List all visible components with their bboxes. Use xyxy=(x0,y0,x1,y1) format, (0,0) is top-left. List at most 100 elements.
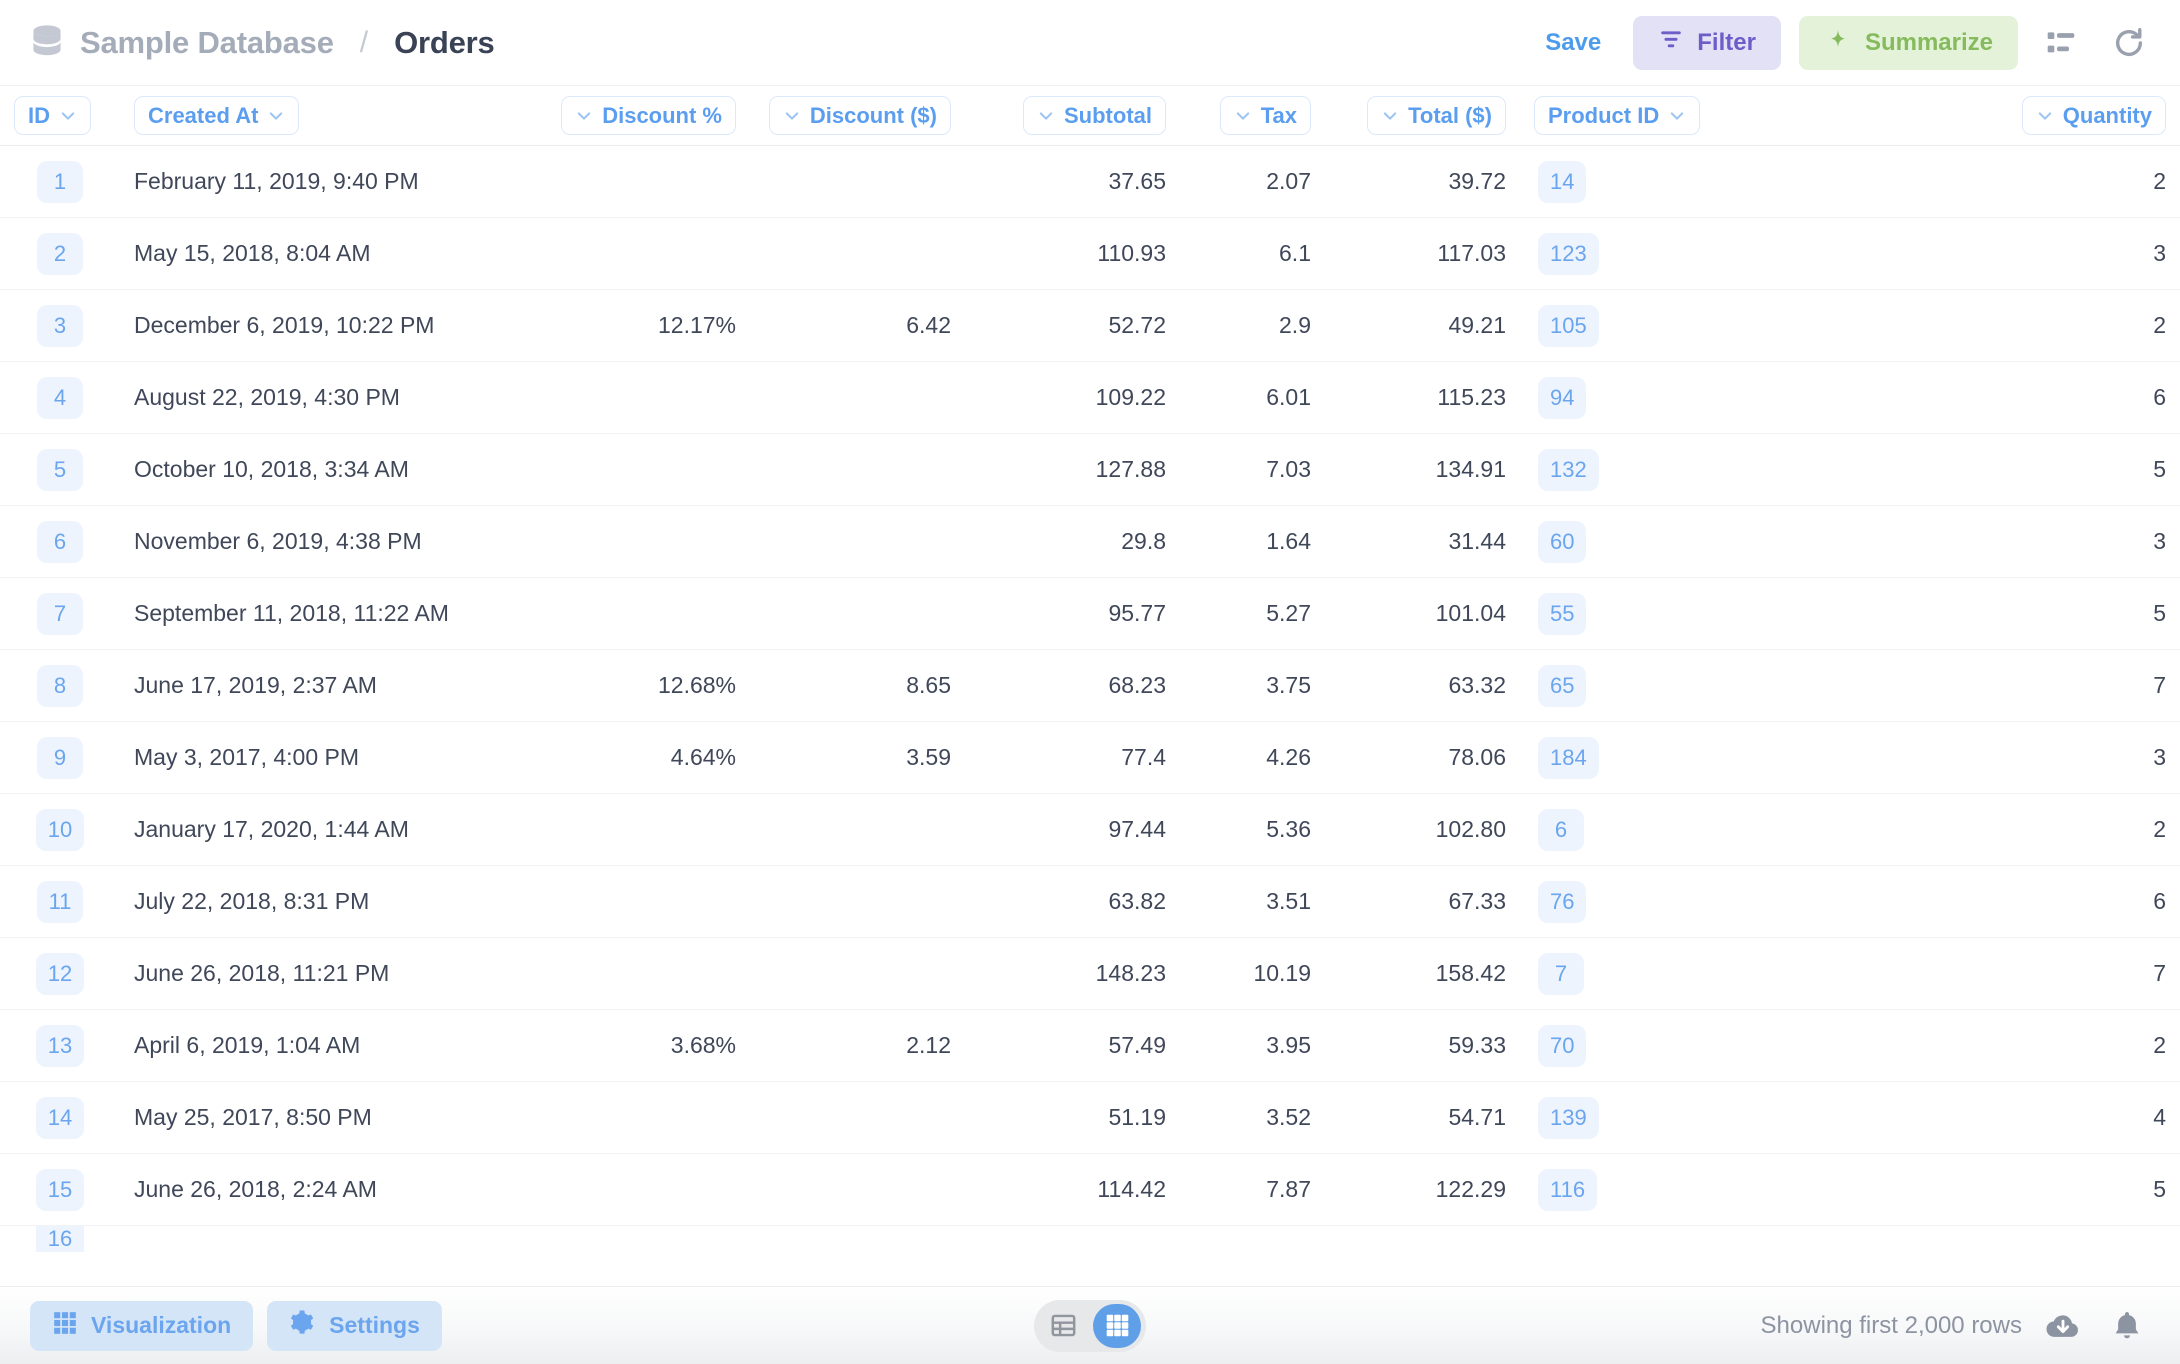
column-header-pill[interactable]: Total ($) xyxy=(1367,96,1506,136)
product-id-pill[interactable]: 70 xyxy=(1538,1025,1586,1067)
product-id-pill[interactable]: 132 xyxy=(1538,449,1599,491)
product-id-pill[interactable]: 14 xyxy=(1538,161,1586,203)
id-pill[interactable]: 5 xyxy=(37,449,83,491)
id-pill[interactable]: 13 xyxy=(36,1025,84,1067)
table-row[interactable]: 9May 3, 2017, 4:00 PM4.64%3.5977.44.2678… xyxy=(0,722,2180,794)
id-pill[interactable]: 16 xyxy=(36,1226,84,1252)
product-id-pill[interactable]: 6 xyxy=(1538,809,1584,851)
table-row[interactable]: 10January 17, 2020, 1:44 AM97.445.36102.… xyxy=(0,794,2180,866)
cell-product-id: 7 xyxy=(1520,953,1725,995)
table-row[interactable]: 7September 11, 2018, 11:22 AM95.775.2710… xyxy=(0,578,2180,650)
column-header-label: Discount ($) xyxy=(810,102,937,130)
column-header-tax[interactable]: Tax xyxy=(1180,96,1325,136)
product-id-pill[interactable]: 139 xyxy=(1538,1097,1599,1139)
table-row[interactable]: 6November 6, 2019, 4:38 PM29.81.6431.446… xyxy=(0,506,2180,578)
table-view-icon[interactable] xyxy=(1039,1304,1087,1348)
column-header-product-id[interactable]: Product ID xyxy=(1520,96,1725,136)
column-header-quantity[interactable]: Quantity xyxy=(1725,96,2180,136)
database-icon xyxy=(30,24,64,62)
column-header-total[interactable]: Total ($) xyxy=(1325,96,1520,136)
cell-created-at: May 3, 2017, 4:00 PM xyxy=(120,744,510,771)
column-header-pill[interactable]: Product ID xyxy=(1534,96,1700,136)
filter-button[interactable]: Filter xyxy=(1633,16,1781,70)
cell-product-id: 55 xyxy=(1520,593,1725,635)
bell-icon[interactable] xyxy=(2104,1303,2150,1349)
download-cloud-icon[interactable] xyxy=(2040,1303,2086,1349)
id-pill[interactable]: 6 xyxy=(37,521,83,563)
column-header-pill[interactable]: Discount % xyxy=(561,96,736,136)
column-header-pill[interactable]: ID xyxy=(14,96,91,136)
table-row[interactable]: 14May 25, 2017, 8:50 PM51.193.5254.71139… xyxy=(0,1082,2180,1154)
breadcrumb-database[interactable]: Sample Database xyxy=(80,25,334,61)
chevron-down-icon[interactable] xyxy=(59,107,77,125)
save-button[interactable]: Save xyxy=(1531,19,1615,67)
column-header-id[interactable]: ID xyxy=(0,96,120,136)
chevron-down-icon[interactable] xyxy=(1381,107,1399,125)
id-pill[interactable]: 14 xyxy=(36,1097,84,1139)
product-id-pill[interactable]: 7 xyxy=(1538,953,1584,995)
refresh-icon[interactable] xyxy=(2104,18,2154,68)
grid-view-icon[interactable] xyxy=(1093,1304,1141,1348)
table-row[interactable]: 2May 15, 2018, 8:04 AM110.936.1117.03123… xyxy=(0,218,2180,290)
product-id-pill[interactable]: 94 xyxy=(1538,377,1586,419)
cell-tax: 3.95 xyxy=(1180,1032,1325,1059)
table-row[interactable]: 15June 26, 2018, 2:24 AM114.427.87122.29… xyxy=(0,1154,2180,1226)
column-settings-icon[interactable] xyxy=(2036,18,2086,68)
id-pill[interactable]: 15 xyxy=(36,1169,84,1211)
chevron-down-icon[interactable] xyxy=(1234,107,1252,125)
table-header-row: ID Created At Discount % Discount ($) Subtot… xyxy=(0,86,2180,146)
cell-id: 8 xyxy=(0,665,120,707)
id-pill[interactable]: 3 xyxy=(37,305,83,347)
chevron-down-icon[interactable] xyxy=(1037,107,1055,125)
product-id-pill[interactable]: 60 xyxy=(1538,521,1586,563)
id-pill[interactable]: 10 xyxy=(36,809,84,851)
product-id-pill[interactable]: 55 xyxy=(1538,593,1586,635)
column-header-pill[interactable]: Created At xyxy=(134,96,299,136)
cell-subtotal: 148.23 xyxy=(965,960,1180,987)
table-row[interactable]: 4August 22, 2019, 4:30 PM109.226.01115.2… xyxy=(0,362,2180,434)
column-header-pill[interactable]: Quantity xyxy=(2022,96,2166,136)
cell-created-at: October 10, 2018, 3:34 AM xyxy=(120,456,510,483)
column-header-created-at[interactable]: Created At xyxy=(120,96,510,136)
table-row[interactable]: 3December 6, 2019, 10:22 PM12.17%6.4252.… xyxy=(0,290,2180,362)
cell-discount-usd: 2.12 xyxy=(750,1032,965,1059)
cell-product-id: 132 xyxy=(1520,449,1725,491)
column-header-pill[interactable]: Subtotal xyxy=(1023,96,1166,136)
product-id-pill[interactable]: 65 xyxy=(1538,665,1586,707)
table-row[interactable]: 16 xyxy=(0,1226,2180,1252)
id-pill[interactable]: 11 xyxy=(37,881,84,923)
column-header-pill[interactable]: Tax xyxy=(1220,96,1311,136)
column-header-subtotal[interactable]: Subtotal xyxy=(965,96,1180,136)
table-row[interactable]: 5October 10, 2018, 3:34 AM127.887.03134.… xyxy=(0,434,2180,506)
chevron-down-icon[interactable] xyxy=(1668,107,1686,125)
id-pill[interactable]: 7 xyxy=(37,593,83,635)
id-pill[interactable]: 9 xyxy=(37,737,83,779)
cell-subtotal: 109.22 xyxy=(965,384,1180,411)
settings-button[interactable]: Settings xyxy=(267,1301,442,1351)
chevron-down-icon[interactable] xyxy=(575,107,593,125)
id-pill[interactable]: 4 xyxy=(37,377,83,419)
id-pill[interactable]: 8 xyxy=(37,665,83,707)
cell-id: 11 xyxy=(0,881,120,923)
chevron-down-icon[interactable] xyxy=(267,107,285,125)
chevron-down-icon[interactable] xyxy=(783,107,801,125)
summarize-button[interactable]: Summarize xyxy=(1799,16,2018,70)
column-header-discount[interactable]: Discount ($) xyxy=(750,96,965,136)
id-pill[interactable]: 12 xyxy=(36,953,84,995)
id-pill[interactable]: 1 xyxy=(37,161,83,203)
column-header-pill[interactable]: Discount ($) xyxy=(769,96,951,136)
table-row[interactable]: 1February 11, 2019, 9:40 PM37.652.0739.7… xyxy=(0,146,2180,218)
id-pill[interactable]: 2 xyxy=(37,233,83,275)
column-header-discount[interactable]: Discount % xyxy=(510,96,750,136)
product-id-pill[interactable]: 184 xyxy=(1538,737,1599,779)
table-row[interactable]: 11July 22, 2018, 8:31 PM63.823.5167.3376… xyxy=(0,866,2180,938)
product-id-pill[interactable]: 105 xyxy=(1538,305,1599,347)
visualization-button[interactable]: Visualization xyxy=(30,1301,253,1351)
product-id-pill[interactable]: 123 xyxy=(1538,233,1599,275)
product-id-pill[interactable]: 76 xyxy=(1538,881,1586,923)
product-id-pill[interactable]: 116 xyxy=(1538,1169,1597,1211)
chevron-down-icon[interactable] xyxy=(2036,107,2054,125)
table-row[interactable]: 8June 17, 2019, 2:37 AM12.68%8.6568.233.… xyxy=(0,650,2180,722)
table-row[interactable]: 12June 26, 2018, 11:21 PM148.2310.19158.… xyxy=(0,938,2180,1010)
table-row[interactable]: 13April 6, 2019, 1:04 AM3.68%2.1257.493.… xyxy=(0,1010,2180,1082)
